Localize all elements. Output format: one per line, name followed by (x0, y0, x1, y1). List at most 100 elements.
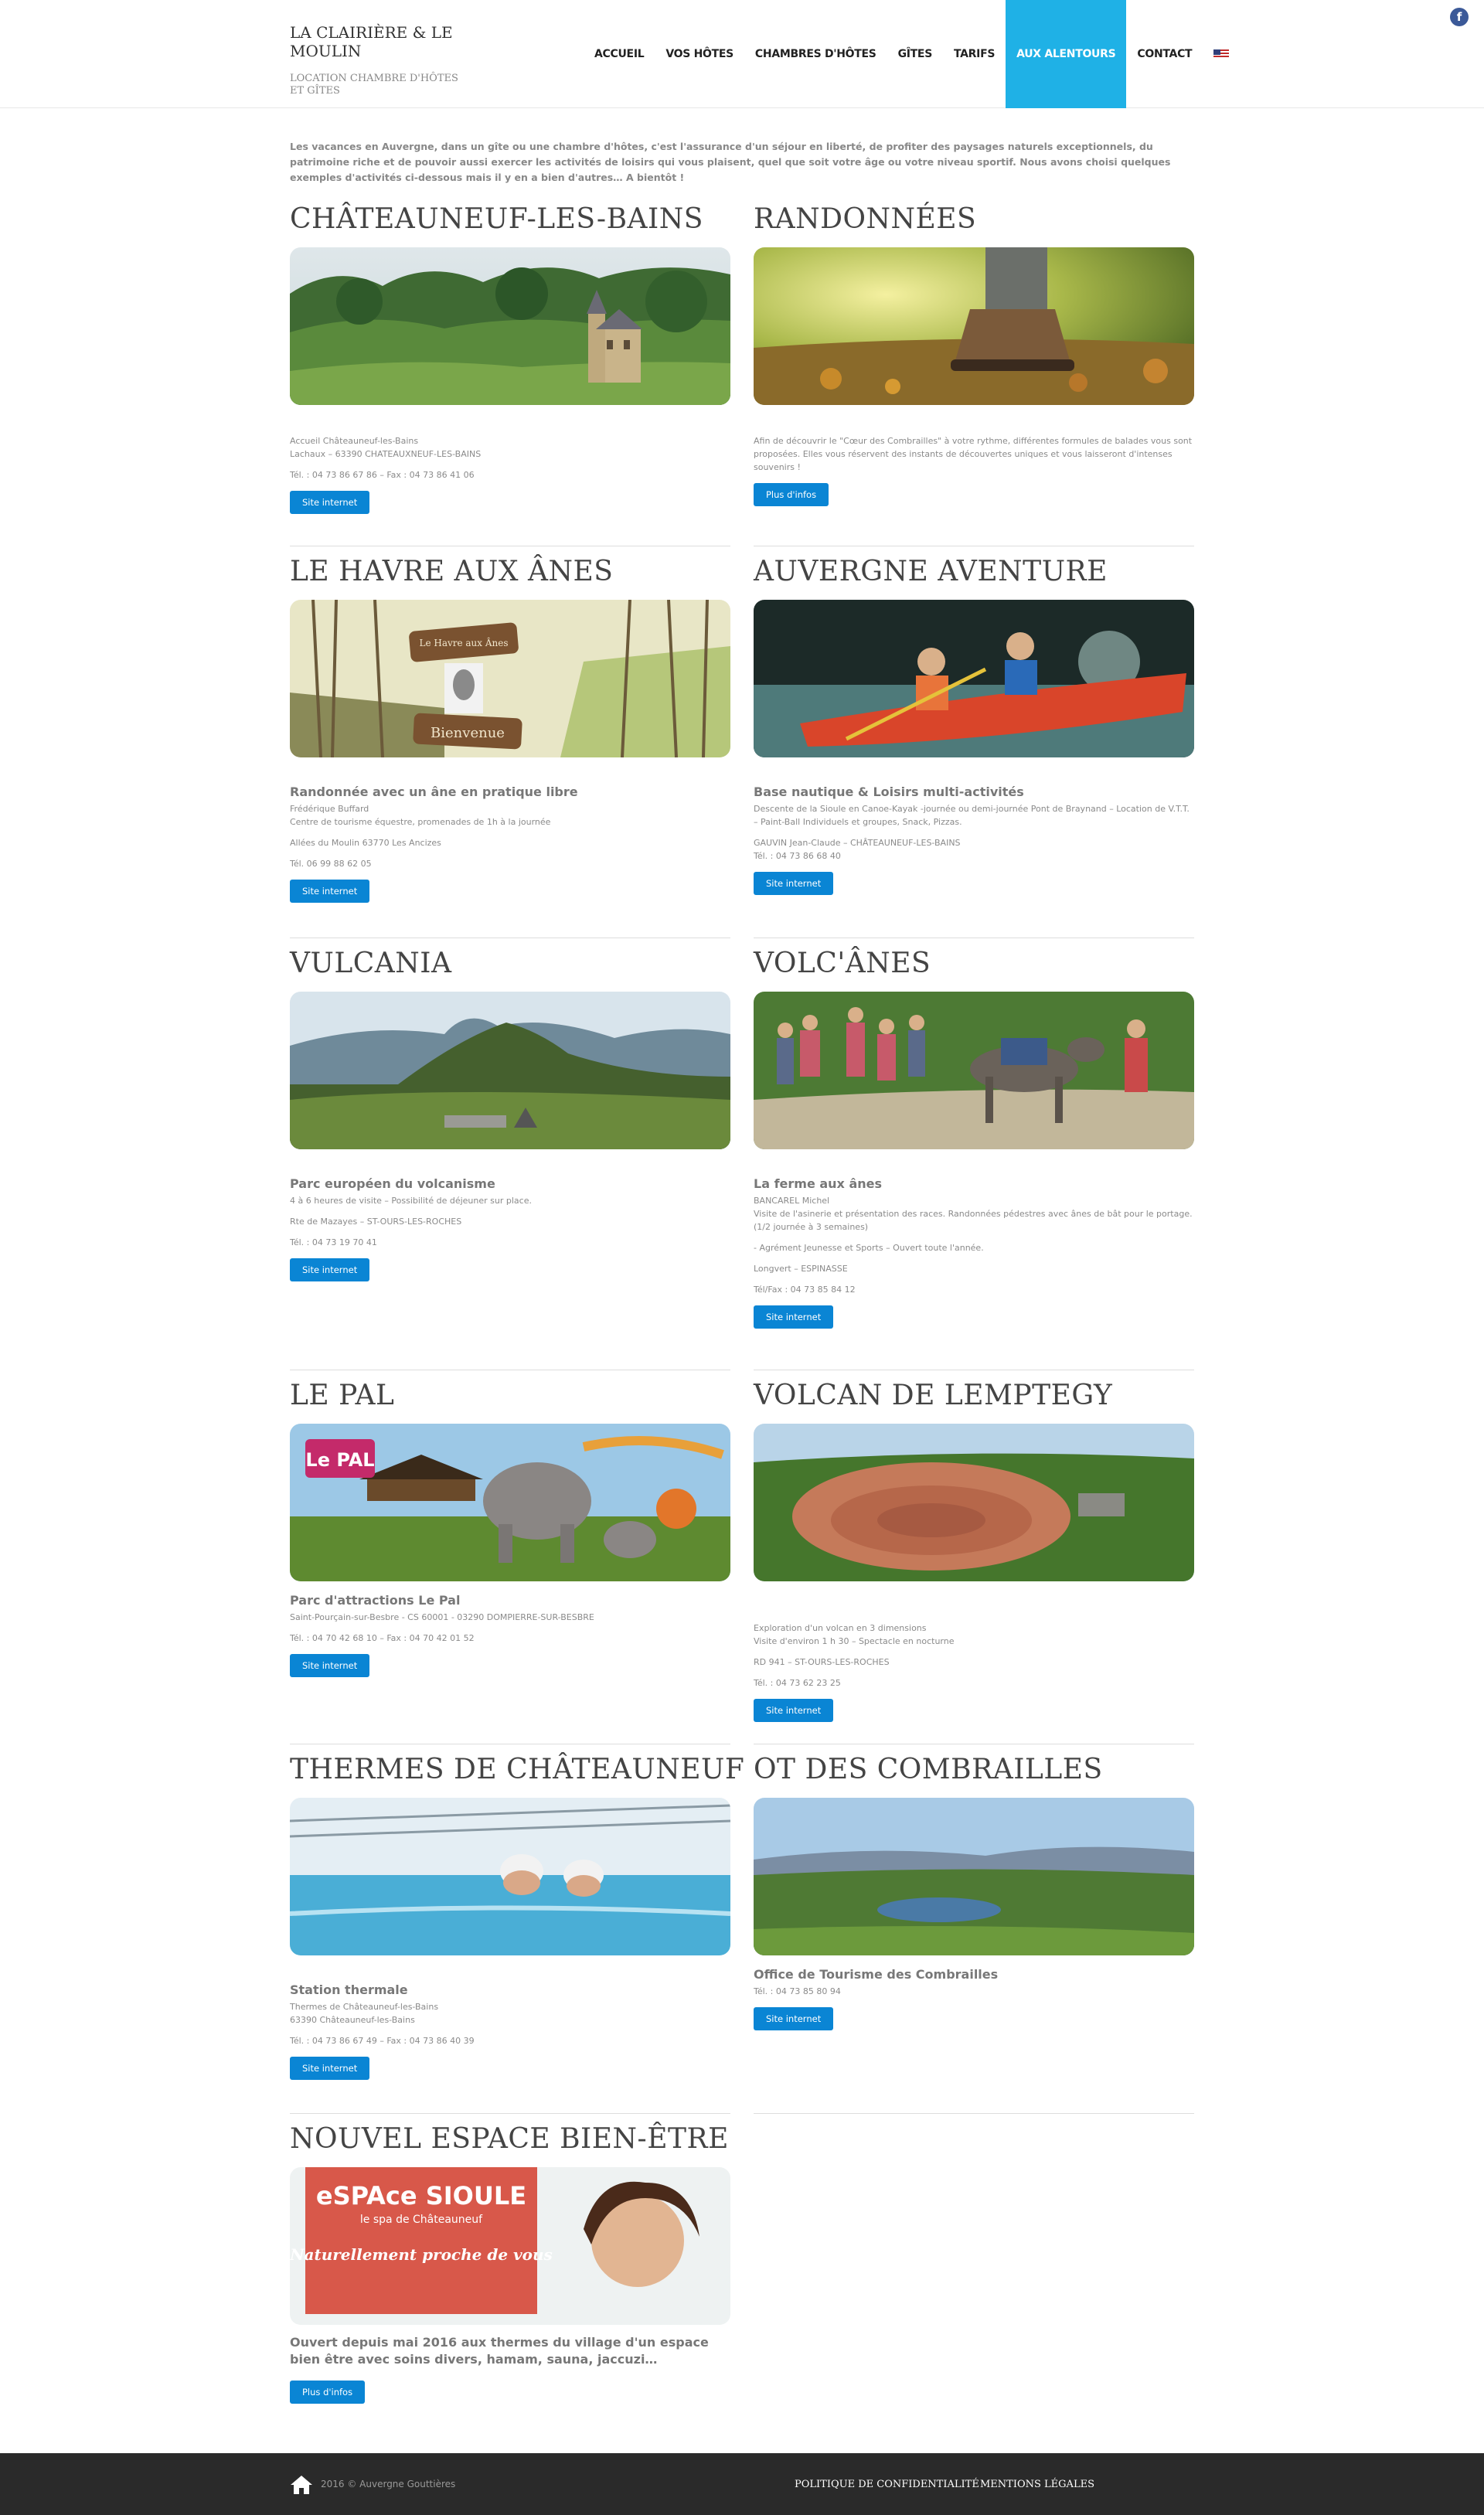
site-internet-button[interactable]: Site internet (290, 1258, 370, 1281)
facebook-icon[interactable]: f (1450, 8, 1469, 26)
card-subtitle: Base nautique & Loisirs multi-activités (754, 784, 1024, 799)
card-text: Tél. 06 99 88 62 05 (290, 859, 372, 869)
nav-accueil[interactable]: ACCUEIL (584, 0, 655, 108)
card-nouvel-espace-bien-etre: NOUVEL ESPACE BIEN-ÊTRE eSPAce SIOULE le… (290, 2122, 730, 2404)
us-flag-icon (1213, 49, 1230, 59)
le-pal-logo: Le PAL (305, 1449, 374, 1471)
card-text: Descente de la Sioule en Canoe-Kayak -jo… (754, 804, 1190, 827)
card-body: Parc européen du volcanisme 4 à 6 heures… (290, 1176, 730, 1281)
card-text: Afin de découvrir le "Cœur des Combraill… (754, 436, 1193, 472)
chateau-photo (290, 247, 730, 405)
card-title: VULCANIA (290, 948, 452, 979)
card-le-pal: LE PAL Le PAL Parc d'attractions Le Pal … (290, 1379, 730, 1677)
card-body: Exploration d'un volcan en 3 dimensions … (754, 1622, 1194, 1722)
card-title: LE HAVRE AUX ÂNES (290, 556, 614, 587)
card-body: Station thermale Thermes de Châteauneuf-… (290, 1982, 730, 2080)
card-text: Tél. : 04 73 62 23 25 (754, 1678, 841, 1688)
card-title: LE PAL (290, 1380, 395, 1411)
card-body: Ouvert depuis mai 2016 aux thermes du vi… (290, 2334, 730, 2404)
card-title: VOLCAN DE LEMPTEGY (754, 1380, 1113, 1411)
card-text: - Agrément Jeunesse et Sports – Ouvert t… (754, 1243, 984, 1253)
site-internet-button[interactable]: Site internet (754, 1305, 834, 1329)
card-text: RD 941 – ST-OURS-LES-ROCHES (754, 1657, 890, 1667)
card-text: Longvert – ESPINASSE (754, 1264, 848, 1274)
havre-sign-top: Le Havre aux Ânes (419, 637, 508, 648)
home-icon[interactable] (290, 2475, 313, 2495)
site-internet-button[interactable]: Site internet (754, 2007, 834, 2030)
havre-sign-bottom: Bienvenue (431, 725, 505, 741)
card-text: BANCAREL Michel Visite de l'asinerie et … (754, 1196, 1193, 1232)
card-text: Thermes de Châteauneuf-les-Bains 63390 C… (290, 2002, 439, 2025)
site-internet-button[interactable]: Site internet (290, 1654, 370, 1677)
nav-tarifs[interactable]: TARIFS (943, 0, 1006, 108)
espace-sioule-banner: eSPAce SIOULE le spa de Châteauneuf Natu… (290, 2167, 730, 2325)
site-internet-button[interactable]: Site internet (754, 1699, 834, 1722)
language-switch[interactable] (1203, 0, 1240, 108)
card-body: Parc d'attractions Le Pal Saint-Pourçain… (290, 1592, 730, 1677)
card-text: Frédérique Buffard Centre de tourisme éq… (290, 804, 551, 827)
card-text: Tél. : 04 73 85 80 94 (754, 1986, 841, 1996)
card-auvergne-aventure: AUVERGNE AVENTURE Base nautique & Loisir… (754, 555, 1194, 895)
volcano-photo (290, 992, 730, 1149)
thermal-pool-photo (290, 1798, 730, 1955)
le-pal-photo: Le PAL (290, 1424, 730, 1581)
card-thermes-de-chateauneuf: THERMES DE CHÂTEAUNEUF Station thermale … (290, 1753, 745, 2080)
site-internet-button[interactable]: Site internet (290, 491, 370, 514)
nav-gites[interactable]: GÎTES (887, 0, 943, 108)
card-text: Exploration d'un volcan en 3 dimensions … (754, 1623, 955, 1646)
plus-dinfos-button[interactable]: Plus d'infos (754, 483, 829, 506)
kayak-photo (754, 600, 1194, 757)
card-body: La ferme aux ânes BANCAREL Michel Visite… (754, 1176, 1194, 1329)
card-text: 4 à 6 heures de visite – Possibilité de … (290, 1196, 532, 1206)
card-text: Tél. : 04 73 19 70 41 (290, 1237, 377, 1247)
card-text: Allées du Moulin 63770 Les Ancizes (290, 838, 441, 848)
card-subtitle: Parc d'attractions Le Pal (290, 1593, 461, 1608)
nav-aux-alentours[interactable]: AUX ALENTOURS (1006, 0, 1127, 108)
site-subtitle: LOCATION CHAMBRE D'HÔTES ET GÎTES (290, 73, 458, 97)
site-internet-button[interactable]: Site internet (290, 2057, 370, 2080)
card-text: Rte de Mazayes – ST-OURS-LES-ROCHES (290, 1217, 462, 1227)
card-vulcania: VULCANIA Parc européen du volcanisme 4 à… (290, 947, 730, 1281)
card-subtitle: Ouvert depuis mai 2016 aux thermes du vi… (290, 2335, 709, 2367)
divider (290, 2113, 730, 2114)
card-title: RANDONNÉES (754, 203, 977, 235)
card-subtitle: Office de Tourisme des Combrailles (754, 1967, 999, 1982)
espace-brand: eSPAce SIOULE (316, 2181, 526, 2210)
site-internet-button[interactable]: Site internet (290, 880, 370, 903)
donkey-hike-photo (754, 992, 1194, 1149)
card-subtitle: Randonnée avec un âne en pratique libre (290, 784, 578, 799)
site-internet-button[interactable]: Site internet (754, 872, 834, 895)
plus-dinfos-button[interactable]: Plus d'infos (290, 2381, 366, 2404)
nav-contact[interactable]: CONTACT (1126, 0, 1203, 108)
combrailles-landscape-photo (754, 1798, 1194, 1955)
card-title: OT DES COMBRAILLES (754, 1754, 1103, 1785)
espace-tagline: Naturellement proche de vous (290, 2245, 553, 2264)
card-body: Afin de découvrir le "Cœur des Combraill… (754, 434, 1194, 506)
card-text: Saint-Pourçain-sur-Besbre - CS 60001 - 0… (290, 1612, 594, 1622)
card-subtitle: La ferme aux ânes (754, 1176, 882, 1191)
legal-notice-link[interactable]: MENTIONS LÉGALES (980, 2479, 1094, 2490)
card-text: Tél/Fax : 04 73 85 84 12 (754, 1285, 856, 1295)
card-randonnees: RANDONNÉES Afin de découvrir le "Cœur de… (754, 202, 1194, 506)
card-title: THERMES DE CHÂTEAUNEUF (290, 1754, 745, 1785)
card-havre-aux-anes: LE HAVRE AUX ÂNES Le Havre aux Ânes Bien… (290, 555, 730, 903)
card-text: Accueil Châteauneuf-les-Bains Lachaux – … (290, 436, 482, 459)
lemptegy-photo (754, 1424, 1194, 1581)
card-body: Accueil Châteauneuf-les-Bains Lachaux – … (290, 434, 730, 514)
card-subtitle: Station thermale (290, 1982, 408, 1997)
card-subtitle: Parc européen du volcanisme (290, 1176, 495, 1191)
card-text: Tél. : 04 73 86 67 49 – Fax : 04 73 86 4… (290, 2036, 475, 2046)
privacy-policy-link[interactable]: POLITIQUE DE CONFIDENTIALITÉ (795, 2479, 979, 2490)
nav-vos-hotes[interactable]: VOS HÔTES (655, 0, 744, 108)
card-title: AUVERGNE AVENTURE (754, 556, 1108, 587)
nav-chambres-dhotes[interactable]: CHAMBRES D'HÔTES (744, 0, 887, 108)
copyright: 2016 © Auvergne Gouttières (321, 2479, 456, 2489)
card-volc-anes: VOLC'ÂNES La ferme aux ânes BANCAREL Mic… (754, 947, 1194, 1329)
card-ot-des-combrailles: OT DES COMBRAILLES Office de Tourisme de… (754, 1753, 1194, 2030)
card-body: Base nautique & Loisirs multi-activités … (754, 784, 1194, 895)
main-nav: ACCUEIL VOS HÔTES CHAMBRES D'HÔTES GÎTES… (584, 0, 1240, 108)
site-title[interactable]: LA CLAIRIÈRE & LE MOULIN (290, 23, 475, 60)
card-title: CHÂTEAUNEUF-LES-BAINS (290, 203, 703, 235)
hiking-photo (754, 247, 1194, 405)
intro-text: Les vacances en Auvergne, dans un gîte o… (290, 141, 1171, 183)
